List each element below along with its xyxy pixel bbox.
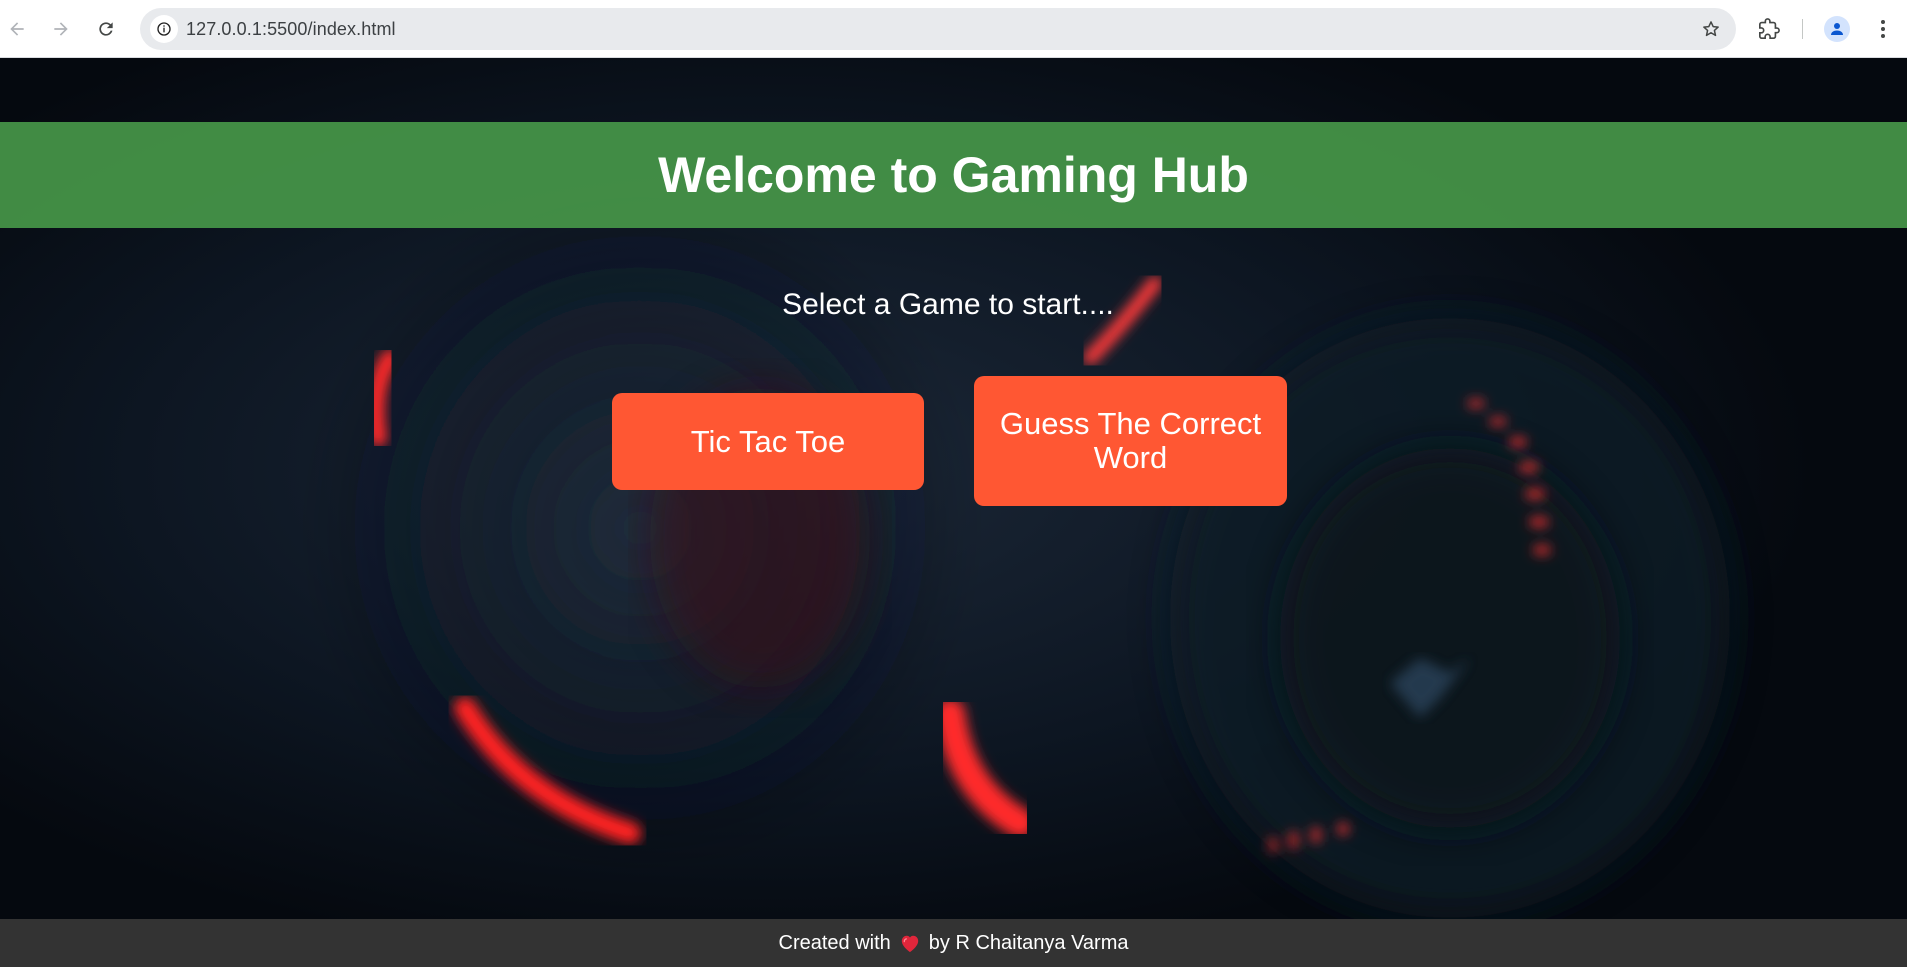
select-game-prompt: Select a Game to start.... — [782, 288, 1114, 321]
page-header: Welcome to Gaming Hub — [0, 122, 1907, 228]
reload-icon — [99, 22, 113, 36]
browser-toolbar: 127.0.0.1:5500/index.html — [0, 0, 1907, 58]
url-text[interactable]: 127.0.0.1:5500/index.html — [186, 19, 396, 40]
extensions-button[interactable] — [1752, 12, 1786, 46]
kebab-menu-icon — [1881, 20, 1885, 38]
back-button[interactable] — [0, 12, 34, 46]
heart-icon — [901, 935, 918, 953]
site-info-button[interactable] — [150, 15, 178, 43]
profile-button[interactable] — [1820, 12, 1854, 46]
back-arrow-icon — [10, 22, 24, 36]
toolbar-divider — [1802, 19, 1803, 39]
extensions-icon — [1759, 18, 1780, 39]
guess-the-correct-word-button[interactable]: Guess The Correct Word — [974, 376, 1287, 506]
address-bar[interactable]: 127.0.0.1:5500/index.html — [140, 8, 1736, 50]
profile-icon — [1831, 23, 1843, 35]
tic-tac-toe-button[interactable]: Tic Tac Toe — [612, 393, 924, 490]
page-footer: Created with by R Chaitanya Varma — [0, 919, 1907, 967]
forward-arrow-icon — [54, 22, 68, 36]
info-icon — [157, 22, 171, 36]
browser-menu-button[interactable] — [1866, 12, 1900, 46]
footer-prefix: Created with — [778, 931, 891, 954]
footer-suffix: by R Chaitanya Varma — [928, 931, 1129, 954]
page-viewport: Welcome to Gaming Hub Select a Game to s… — [0, 58, 1907, 967]
page-title: Welcome to Gaming Hub — [658, 147, 1249, 203]
reload-button[interactable] — [89, 12, 123, 46]
star-icon — [1703, 21, 1719, 37]
bookmark-button[interactable] — [1698, 16, 1724, 42]
forward-button[interactable] — [44, 12, 78, 46]
